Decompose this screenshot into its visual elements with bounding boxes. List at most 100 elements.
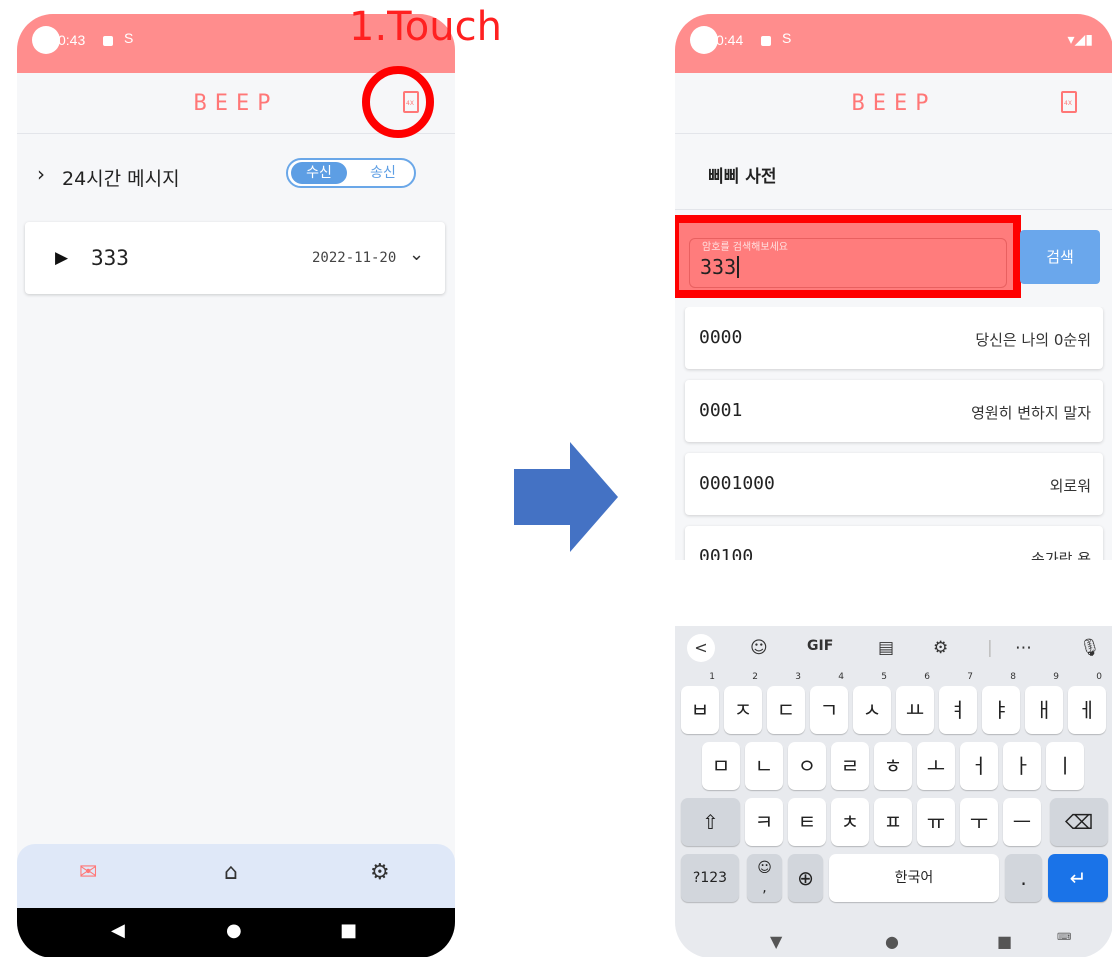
key-number-hint: 8	[1010, 672, 1016, 682]
key-ㅗ[interactable]: ㅗ	[917, 742, 955, 790]
message-code: 333	[91, 246, 129, 270]
key-label: ㅁ	[711, 754, 731, 778]
home-circle-icon[interactable]: ●	[885, 932, 899, 951]
key-ㅜ[interactable]: ㅜ	[960, 798, 998, 846]
recents-icon[interactable]: ■	[340, 920, 357, 941]
key-ㄹ[interactable]: ㄹ	[831, 742, 869, 790]
entry-code: 0001000	[699, 473, 775, 494]
search-input[interactable]: 암호를 검색해보세요 333	[689, 238, 1007, 288]
key-ㅈ[interactable]: ㅈ2	[724, 672, 762, 734]
keyboard-settings-icon[interactable]: ⚙	[933, 638, 948, 658]
key-ㅊ[interactable]: ㅊ	[831, 798, 869, 846]
gif-button[interactable]: GIF	[807, 638, 833, 654]
status-bar: 0:44 S ▾◢▮	[675, 14, 1112, 73]
key-label: ㅣ	[1055, 754, 1075, 778]
toggle-send[interactable]: 송신	[356, 162, 410, 184]
space-key[interactable]: 한국어	[829, 854, 999, 902]
keyboard-switch-icon[interactable]: ⌨	[1057, 932, 1071, 943]
receive-send-toggle[interactable]: 수신 송신	[286, 158, 416, 188]
mail-icon[interactable]: ✉	[79, 860, 97, 885]
key-ㄴ[interactable]: ㄴ	[745, 742, 783, 790]
toggle-receive[interactable]: 수신	[291, 162, 347, 184]
key-number-hint: 6	[924, 672, 930, 682]
key-label: ㄹ	[840, 754, 860, 778]
entry-code: 0000	[699, 327, 743, 348]
symbols-key[interactable]: ?123	[681, 854, 739, 902]
key-ㅡ[interactable]: ㅡ	[1003, 798, 1041, 846]
key-ㄷ[interactable]: ㄷ3	[767, 672, 805, 734]
chevron-right-icon[interactable]: ›	[37, 162, 45, 186]
key-label: ㅌ	[797, 810, 817, 834]
key-ㅛ[interactable]: ㅛ6	[896, 672, 934, 734]
list-item[interactable]: 0000 당신은 나의 0순위	[685, 307, 1103, 369]
key-ㅕ[interactable]: ㅕ7	[939, 672, 977, 734]
home-circle-icon[interactable]: ●	[226, 920, 242, 941]
entry-meaning: 외로워	[1049, 477, 1091, 495]
keyboard-back-button[interactable]: <	[687, 634, 715, 662]
shift-key[interactable]: ⇧	[681, 798, 740, 846]
key-label: ㅜ	[969, 810, 989, 834]
enter-key[interactable]: ↵	[1048, 854, 1108, 902]
key-ㅠ[interactable]: ㅠ	[917, 798, 955, 846]
key-ㅑ[interactable]: ㅑ8	[982, 672, 1020, 734]
key-label: ㄴ	[754, 754, 774, 778]
dictionary-list: 0000 당신은 나의 0순위 0001 영원히 변하지 말자 0001000 …	[675, 307, 1112, 560]
key-ㅣ[interactable]: ㅣ	[1046, 742, 1084, 790]
home-icon[interactable]: ⌂	[224, 860, 238, 885]
gear-icon[interactable]: ⚙	[370, 860, 390, 885]
key-number-hint: 5	[881, 672, 887, 682]
page-title: 삐삐 사전	[708, 167, 777, 187]
key-label: ㅛ	[905, 698, 925, 722]
backspace-key[interactable]: ⌫	[1050, 798, 1108, 846]
hide-keyboard-icon[interactable]: ▼	[770, 932, 782, 951]
key-ㅏ[interactable]: ㅏ	[1003, 742, 1041, 790]
key-label: ㅏ	[1012, 754, 1032, 778]
entry-meaning: 당신은 나의 0순위	[975, 331, 1091, 349]
key-label: ㅎ	[883, 754, 903, 778]
carrier-icon: S	[124, 30, 134, 46]
key-ㅇ[interactable]: ㅇ	[788, 742, 826, 790]
key-ㅂ[interactable]: ㅂ1	[681, 672, 719, 734]
key-ㅌ[interactable]: ㅌ	[788, 798, 826, 846]
more-icon[interactable]: ⋯	[1015, 638, 1032, 658]
key-ㅍ[interactable]: ㅍ	[874, 798, 912, 846]
key-ㅔ[interactable]: ㅔ0	[1068, 672, 1106, 734]
key-label: ㅋ	[754, 810, 774, 834]
key-label: ㅊ	[840, 810, 860, 834]
microphone-icon[interactable]: 🎙	[1079, 638, 1101, 658]
chevron-down-icon[interactable]: ⌄	[409, 244, 424, 265]
search-area: 암호를 검색해보세요 333 검색	[675, 214, 1112, 304]
period-key[interactable]: .	[1005, 854, 1042, 902]
key-ㅐ[interactable]: ㅐ9	[1025, 672, 1063, 734]
list-item[interactable]: 00100 손가락 욕	[685, 526, 1103, 560]
key-ㅎ[interactable]: ㅎ	[874, 742, 912, 790]
list-item[interactable]: 0001000 외로워	[685, 453, 1103, 515]
message-card[interactable]: ▶ 333 2022-11-20 ⌄	[25, 222, 445, 294]
key-ㄱ[interactable]: ㄱ4	[810, 672, 848, 734]
right-phone-screen: 0:44 S ▾◢▮ BEEP 삐삐 사전 암호를 검색해보세요 333 검색 …	[675, 14, 1112, 957]
emoji-comma-key[interactable]: ☺,	[747, 854, 782, 902]
sticker-icon[interactable]: ☺	[750, 638, 768, 658]
camera-cutout	[690, 26, 718, 54]
app-title: BEEP	[851, 91, 937, 116]
key-label: ㅕ	[948, 698, 968, 722]
key-ㅓ[interactable]: ㅓ	[960, 742, 998, 790]
globe-icon[interactable]: ⊕	[788, 854, 823, 902]
dictionary-icon[interactable]	[1061, 91, 1077, 113]
status-time: 0:43	[58, 32, 86, 48]
clipboard-icon[interactable]: ▤	[878, 638, 894, 658]
list-item[interactable]: 0001 영원히 변하지 말자	[685, 380, 1103, 442]
key-label: ㅐ	[1034, 698, 1054, 722]
recents-icon[interactable]: ■	[997, 932, 1012, 951]
status-time: 0:44	[716, 32, 744, 48]
sd-card-icon	[103, 36, 113, 46]
key-ㅅ[interactable]: ㅅ5	[853, 672, 891, 734]
back-icon[interactable]: ◀	[111, 920, 125, 941]
entry-code: 0001	[699, 400, 743, 421]
key-label: ㅠ	[926, 810, 946, 834]
play-icon[interactable]: ▶	[55, 248, 68, 268]
key-ㅋ[interactable]: ㅋ	[745, 798, 783, 846]
key-ㅁ[interactable]: ㅁ	[702, 742, 740, 790]
search-button[interactable]: 검색	[1020, 230, 1100, 284]
touch-highlight-ring	[362, 66, 434, 138]
